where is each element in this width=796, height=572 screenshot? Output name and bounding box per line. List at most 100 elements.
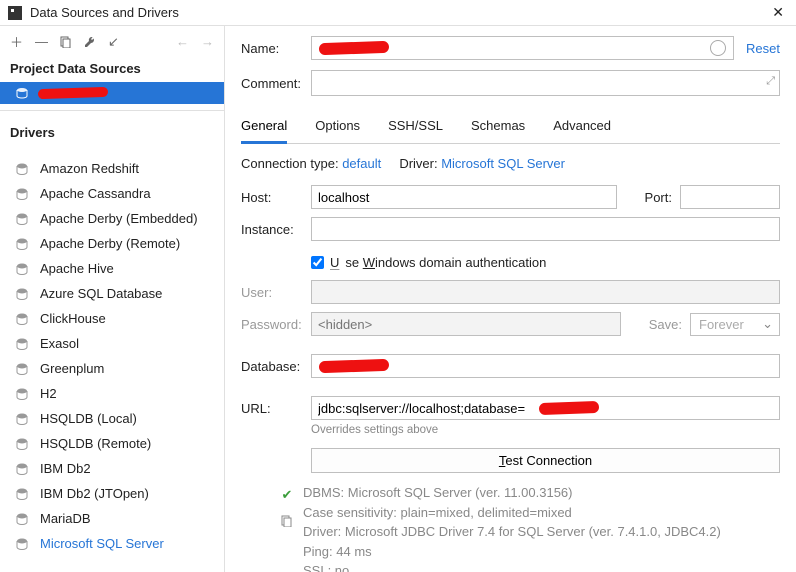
driver-icon xyxy=(14,512,30,526)
main-panel: Name: Reset Comment: ⤢ General Options SSH… xyxy=(225,26,796,572)
comment-label: Comment: xyxy=(241,76,311,91)
driver-item-ibm-db2-jtopen-[interactable]: IBM Db2 (JTOpen) xyxy=(0,481,224,506)
remove-icon[interactable]: — xyxy=(35,34,48,49)
driver-label: ClickHouse xyxy=(40,311,106,326)
revert-icon[interactable]: ↙ xyxy=(108,34,119,50)
datasource-icon xyxy=(14,87,30,99)
driver-icon xyxy=(14,337,30,351)
host-label: Host: xyxy=(241,190,303,205)
info-case: Case sensitivity: plain=mixed, delimited… xyxy=(303,503,721,523)
windows-auth-checkbox[interactable] xyxy=(311,256,324,269)
driver-label: HSQLDB (Remote) xyxy=(40,436,151,451)
driver-value[interactable]: Microsoft SQL Server xyxy=(441,156,565,171)
tabs: General Options SSH/SSL Schemas Advanced xyxy=(241,112,780,144)
driver-item-amazon-redshift[interactable]: Amazon Redshift xyxy=(0,156,224,181)
tab-ssh-ssl[interactable]: SSH/SSL xyxy=(388,112,443,143)
driver-label: Apache Hive xyxy=(40,261,114,276)
driver-label: Exasol xyxy=(40,336,79,351)
password-input xyxy=(311,312,621,336)
forward-icon[interactable]: → xyxy=(201,34,214,49)
connection-type-label: Connection type: xyxy=(241,156,339,171)
driver-label: Apache Cassandra xyxy=(40,186,151,201)
wrench-icon[interactable] xyxy=(84,36,96,48)
database-label: Database: xyxy=(241,359,303,374)
drivers-list: Amazon Redshift Apache Cassandra Apache De… xyxy=(0,156,224,572)
driver-item-apache-derby-remote-[interactable]: Apache Derby (Remote) xyxy=(0,231,224,256)
check-icon: ✔ xyxy=(282,485,293,505)
driver-icon xyxy=(14,387,30,401)
save-select: Forever xyxy=(690,313,780,336)
driver-icon xyxy=(14,187,30,201)
driver-item-microsoft-sql-server[interactable]: Microsoft SQL Server xyxy=(0,531,224,556)
tab-general[interactable]: General xyxy=(241,112,287,144)
tab-schemas[interactable]: Schemas xyxy=(471,112,525,143)
redacted-database-value xyxy=(319,359,389,373)
driver-icon xyxy=(14,487,30,501)
driver-icon xyxy=(14,362,30,376)
reset-link[interactable]: Reset xyxy=(746,41,780,56)
windows-auth-checkbox-row[interactable]: Use Windows domain authentication xyxy=(311,255,780,270)
info-driver: Driver: Microsoft JDBC Driver 7.4 for SQ… xyxy=(303,522,721,542)
driver-label: Greenplum xyxy=(40,361,104,376)
user-input xyxy=(311,280,780,304)
driver-label: IBM Db2 xyxy=(40,461,91,476)
comment-input[interactable]: ⤢ xyxy=(311,70,780,96)
driver-item-ibm-db2[interactable]: IBM Db2 xyxy=(0,456,224,481)
close-button[interactable]: ✕ xyxy=(768,4,788,21)
driver-item-apache-cassandra[interactable]: Apache Cassandra xyxy=(0,181,224,206)
host-input[interactable] xyxy=(311,185,617,209)
sidebar-toolbar: ＋ — ↙ ← → xyxy=(0,26,224,57)
redacted-url-suffix xyxy=(539,401,599,415)
name-label: Name: xyxy=(241,41,311,56)
port-input[interactable] xyxy=(680,185,780,209)
driver-item-hsqldb-local-[interactable]: HSQLDB (Local) xyxy=(0,406,224,431)
data-source-item[interactable] xyxy=(0,82,224,104)
connection-type-value[interactable]: default xyxy=(342,156,381,171)
connection-type-line: Connection type: default Driver: Microso… xyxy=(241,156,780,171)
driver-label: Amazon Redshift xyxy=(40,161,139,176)
tab-advanced[interactable]: Advanced xyxy=(553,112,611,143)
driver-label: H2 xyxy=(40,386,57,401)
copy-info-icon[interactable] xyxy=(281,513,293,533)
info-ping: Ping: 44 ms xyxy=(303,542,721,562)
titlebar: Data Sources and Drivers ✕ xyxy=(0,0,796,26)
password-label: Password: xyxy=(241,317,303,332)
driver-label: MariaDB xyxy=(40,511,91,526)
add-icon[interactable]: ＋ xyxy=(10,32,23,51)
driver-item-azure-sql-database[interactable]: Azure SQL Database xyxy=(0,281,224,306)
copy-icon[interactable] xyxy=(60,36,72,48)
driver-label: Driver: xyxy=(399,156,437,171)
driver-item-apache-derby-embedded-[interactable]: Apache Derby (Embedded) xyxy=(0,206,224,231)
driver-item-h2[interactable]: H2 xyxy=(0,381,224,406)
info-ssl: SSL: no xyxy=(303,561,721,572)
instance-input[interactable] xyxy=(311,217,780,241)
user-label: User: xyxy=(241,285,303,300)
driver-label: HSQLDB (Local) xyxy=(40,411,137,426)
url-note: Overrides settings above xyxy=(311,424,780,436)
driver-item-greenplum[interactable]: Greenplum xyxy=(0,356,224,381)
driver-label: Microsoft SQL Server xyxy=(40,536,164,551)
windows-auth-label: se Windows domain authentication xyxy=(345,255,546,270)
driver-item-clickhouse[interactable]: ClickHouse xyxy=(0,306,224,331)
driver-item-hsqldb-remote-[interactable]: HSQLDB (Remote) xyxy=(0,431,224,456)
driver-item-mariadb[interactable]: MariaDB xyxy=(0,506,224,531)
color-indicator-icon[interactable] xyxy=(710,40,726,56)
driver-icon xyxy=(14,162,30,176)
redacted-name xyxy=(38,87,108,99)
app-icon xyxy=(8,6,22,20)
sidebar: ＋ — ↙ ← → Project Data Sources Drivers A… xyxy=(0,26,225,572)
driver-icon xyxy=(14,312,30,326)
tab-options[interactable]: Options xyxy=(315,112,360,143)
driver-icon xyxy=(14,437,30,451)
redacted-name-value xyxy=(319,41,389,55)
test-connection-button[interactable]: Test Connection xyxy=(311,448,780,473)
driver-item-exasol[interactable]: Exasol xyxy=(0,331,224,356)
driver-label: Apache Derby (Remote) xyxy=(40,236,180,251)
driver-item-apache-hive[interactable]: Apache Hive xyxy=(0,256,224,281)
back-icon[interactable]: ← xyxy=(176,34,189,49)
drivers-header: Drivers xyxy=(0,121,224,146)
port-label: Port: xyxy=(645,190,672,205)
expand-icon[interactable]: ⤢ xyxy=(766,75,775,88)
driver-label: IBM Db2 (JTOpen) xyxy=(40,486,149,501)
driver-label: Azure SQL Database xyxy=(40,286,162,301)
